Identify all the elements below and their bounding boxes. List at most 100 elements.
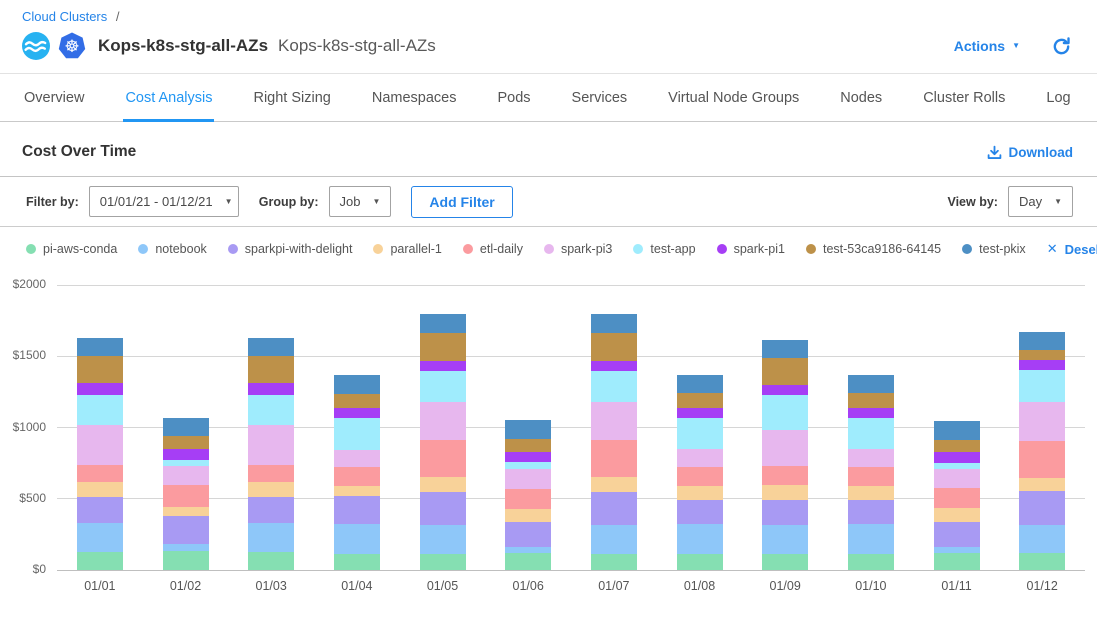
tab-overview[interactable]: Overview bbox=[22, 74, 86, 122]
breadcrumb-link-cloud-clusters[interactable]: Cloud Clusters bbox=[22, 9, 107, 24]
bar-segment-test-53ca9186-64145[interactable] bbox=[77, 356, 123, 382]
bar-segment-parallel-1[interactable] bbox=[848, 486, 894, 500]
bar-segment-spark-pi1[interactable] bbox=[505, 452, 551, 463]
bar-segment-parallel-1[interactable] bbox=[677, 486, 723, 500]
bar-segment-spark-pi3[interactable] bbox=[591, 402, 637, 440]
bar-segment-parallel-1[interactable] bbox=[334, 486, 380, 496]
bar-segment-pi-aws-conda[interactable] bbox=[334, 554, 380, 570]
bar-segment-spark-pi1[interactable] bbox=[77, 383, 123, 395]
legend-item-test-app[interactable]: test-app bbox=[633, 242, 695, 256]
bar-segment-sparkpi-with-delight[interactable] bbox=[591, 492, 637, 525]
bar-segment-etl-daily[interactable] bbox=[762, 466, 808, 485]
bar-segment-parallel-1[interactable] bbox=[163, 507, 209, 516]
bar-segment-test-pkix[interactable] bbox=[248, 338, 294, 357]
bar-segment-test-53ca9186-64145[interactable] bbox=[677, 393, 723, 407]
tab-pods[interactable]: Pods bbox=[495, 74, 532, 122]
tab-virtual-node-groups[interactable]: Virtual Node Groups bbox=[666, 74, 801, 122]
bar-segment-notebook[interactable] bbox=[334, 524, 380, 553]
bar-segment-test-app[interactable] bbox=[248, 395, 294, 426]
bar-segment-etl-daily[interactable] bbox=[677, 467, 723, 486]
bar-segment-etl-daily[interactable] bbox=[77, 465, 123, 482]
bar-segment-spark-pi1[interactable] bbox=[248, 383, 294, 395]
bar-segment-sparkpi-with-delight[interactable] bbox=[163, 516, 209, 545]
bar-segment-spark-pi3[interactable] bbox=[505, 469, 551, 489]
bar-segment-pi-aws-conda[interactable] bbox=[677, 554, 723, 570]
tab-cluster-rolls[interactable]: Cluster Rolls bbox=[921, 74, 1007, 122]
bar-segment-test-pkix[interactable] bbox=[934, 421, 980, 440]
bar-segment-notebook[interactable] bbox=[677, 524, 723, 554]
bar-segment-test-53ca9186-64145[interactable] bbox=[163, 436, 209, 449]
bar-segment-notebook[interactable] bbox=[420, 525, 466, 554]
bar-segment-test-app[interactable] bbox=[677, 418, 723, 449]
bar-segment-spark-pi1[interactable] bbox=[934, 452, 980, 463]
bar-segment-sparkpi-with-delight[interactable] bbox=[505, 522, 551, 546]
bar-segment-etl-daily[interactable] bbox=[591, 440, 637, 477]
legend-item-sparkpi-with-delight[interactable]: sparkpi-with-delight bbox=[228, 242, 353, 256]
bar-segment-etl-daily[interactable] bbox=[334, 467, 380, 486]
bar-segment-spark-pi1[interactable] bbox=[334, 408, 380, 419]
bar-segment-spark-pi3[interactable] bbox=[677, 449, 723, 467]
bar-segment-test-53ca9186-64145[interactable] bbox=[934, 440, 980, 452]
bar-segment-parallel-1[interactable] bbox=[420, 477, 466, 491]
legend-item-notebook[interactable]: notebook bbox=[138, 242, 206, 256]
bar-segment-parallel-1[interactable] bbox=[762, 485, 808, 500]
bar-segment-notebook[interactable] bbox=[591, 525, 637, 554]
view-by-select[interactable]: Day ▼ bbox=[1008, 186, 1073, 217]
bar-segment-notebook[interactable] bbox=[248, 523, 294, 552]
bar-segment-spark-pi1[interactable] bbox=[163, 449, 209, 460]
bar-segment-test-app[interactable] bbox=[420, 371, 466, 402]
bar-segment-etl-daily[interactable] bbox=[420, 440, 466, 477]
bar-segment-test-app[interactable] bbox=[77, 395, 123, 426]
legend-item-parallel-1[interactable]: parallel-1 bbox=[373, 242, 441, 256]
bar-segment-notebook[interactable] bbox=[77, 523, 123, 552]
tab-namespaces[interactable]: Namespaces bbox=[370, 74, 459, 122]
refresh-button[interactable] bbox=[1046, 37, 1077, 56]
bar-segment-test-pkix[interactable] bbox=[848, 375, 894, 394]
bar-segment-parallel-1[interactable] bbox=[591, 477, 637, 491]
legend-item-spark-pi3[interactable]: spark-pi3 bbox=[544, 242, 612, 256]
bar-segment-parallel-1[interactable] bbox=[248, 482, 294, 496]
bar-segment-etl-daily[interactable] bbox=[848, 467, 894, 486]
bar-segment-test-pkix[interactable] bbox=[505, 420, 551, 439]
bar-segment-pi-aws-conda[interactable] bbox=[1019, 553, 1065, 570]
bar-segment-etl-daily[interactable] bbox=[505, 489, 551, 509]
bar-segment-pi-aws-conda[interactable] bbox=[420, 554, 466, 570]
bar-segment-test-app[interactable] bbox=[1019, 370, 1065, 402]
bar-segment-pi-aws-conda[interactable] bbox=[762, 554, 808, 570]
bar-segment-pi-aws-conda[interactable] bbox=[163, 551, 209, 570]
bar-segment-spark-pi3[interactable] bbox=[1019, 402, 1065, 440]
bar-segment-sparkpi-with-delight[interactable] bbox=[848, 500, 894, 524]
bar-segment-test-53ca9186-64145[interactable] bbox=[591, 333, 637, 362]
tab-log[interactable]: Log bbox=[1044, 74, 1072, 122]
bar-segment-test-53ca9186-64145[interactable] bbox=[762, 358, 808, 385]
bar-segment-spark-pi3[interactable] bbox=[762, 430, 808, 466]
tab-nodes[interactable]: Nodes bbox=[838, 74, 884, 122]
bar-segment-spark-pi1[interactable] bbox=[677, 408, 723, 418]
bar-segment-test-app[interactable] bbox=[848, 418, 894, 449]
tab-services[interactable]: Services bbox=[570, 74, 630, 122]
bar-segment-notebook[interactable] bbox=[163, 544, 209, 551]
bar-segment-test-pkix[interactable] bbox=[1019, 332, 1065, 350]
bar-segment-sparkpi-with-delight[interactable] bbox=[677, 500, 723, 524]
bar-segment-parallel-1[interactable] bbox=[505, 509, 551, 523]
bar-segment-pi-aws-conda[interactable] bbox=[591, 554, 637, 570]
bar-segment-sparkpi-with-delight[interactable] bbox=[934, 522, 980, 547]
bar-segment-pi-aws-conda[interactable] bbox=[934, 553, 980, 570]
legend-item-test-pkix[interactable]: test-pkix bbox=[962, 242, 1026, 256]
bar-segment-spark-pi1[interactable] bbox=[591, 361, 637, 371]
bar-segment-test-app[interactable] bbox=[591, 371, 637, 402]
bar-segment-spark-pi1[interactable] bbox=[1019, 360, 1065, 370]
bar-segment-etl-daily[interactable] bbox=[163, 485, 209, 507]
bar-segment-spark-pi3[interactable] bbox=[163, 466, 209, 485]
bar-segment-notebook[interactable] bbox=[762, 525, 808, 554]
bar-segment-sparkpi-with-delight[interactable] bbox=[334, 496, 380, 525]
bar-segment-pi-aws-conda[interactable] bbox=[505, 553, 551, 570]
bar-segment-pi-aws-conda[interactable] bbox=[248, 552, 294, 570]
bar-segment-test-53ca9186-64145[interactable] bbox=[848, 393, 894, 407]
legend-item-pi-aws-conda[interactable]: pi-aws-conda bbox=[26, 242, 117, 256]
tab-cost-analysis[interactable]: Cost Analysis bbox=[123, 74, 214, 122]
bar-segment-sparkpi-with-delight[interactable] bbox=[1019, 491, 1065, 525]
tab-right-sizing[interactable]: Right Sizing bbox=[251, 74, 332, 122]
bar-segment-test-pkix[interactable] bbox=[677, 375, 723, 394]
bar-segment-parallel-1[interactable] bbox=[1019, 478, 1065, 492]
